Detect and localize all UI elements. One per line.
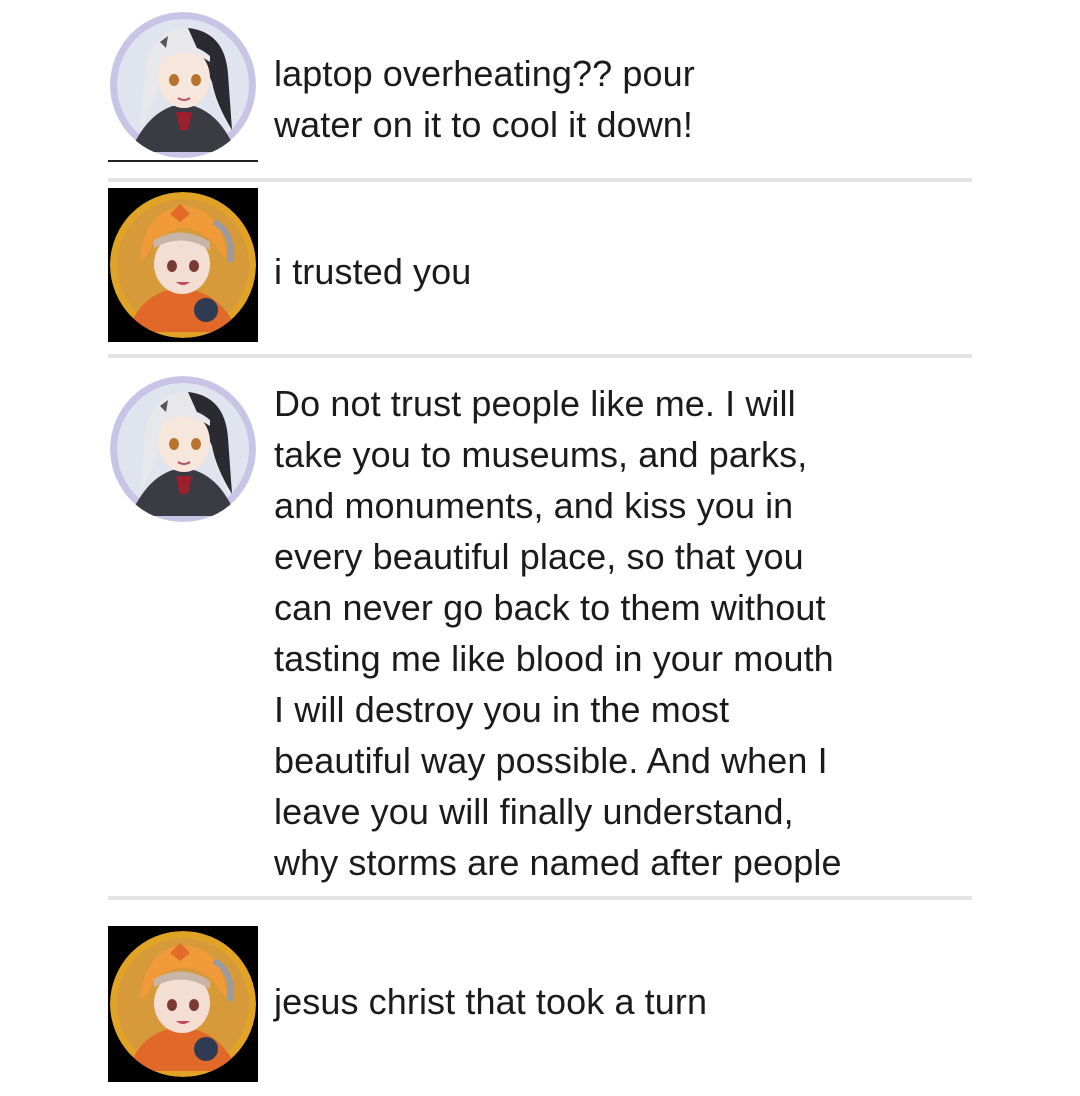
orange-hood-avatar[interactable] <box>110 931 256 1077</box>
grey-hair-avatar[interactable] <box>110 12 256 158</box>
message-text: laptop overheating?? pour water on it to… <box>274 53 695 145</box>
chat-thread: laptop overheating?? pour water on it to… <box>0 0 1080 1096</box>
avatar-frame <box>108 374 258 524</box>
message-post: i trusted you <box>108 188 972 342</box>
avatar-frame <box>108 926 258 1082</box>
message-post: jesus christ that took a turn <box>108 926 972 1082</box>
orange-hood-avatar-icon <box>110 931 256 1077</box>
grey-hair-avatar-icon <box>110 376 256 522</box>
orange-hood-avatar-icon <box>110 192 256 338</box>
avatar-frame <box>108 10 258 162</box>
post-divider <box>108 178 972 182</box>
post-divider <box>108 354 972 358</box>
grey-hair-avatar-icon <box>110 12 256 158</box>
message-text: jesus christ that took a turn <box>274 981 708 1022</box>
grey-hair-avatar[interactable] <box>110 376 256 522</box>
avatar-frame <box>108 188 258 342</box>
message-post: laptop overheating?? pour water on it to… <box>108 10 972 162</box>
message-text: Do not trust people like me. I will take… <box>274 383 842 883</box>
post-divider <box>108 896 972 900</box>
message-post: Do not trust people like me. I will take… <box>108 374 972 894</box>
orange-hood-avatar[interactable] <box>110 192 256 338</box>
message-text: i trusted you <box>274 251 472 292</box>
